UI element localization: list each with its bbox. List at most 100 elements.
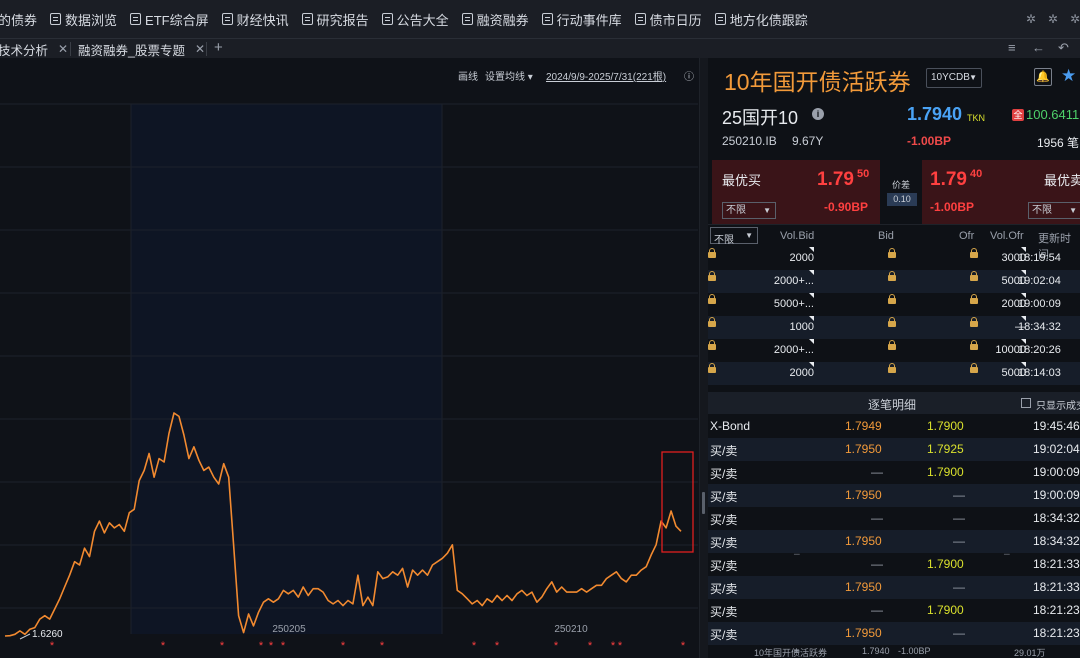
lock-icon [970, 317, 978, 327]
panel-splitter[interactable] [700, 58, 708, 658]
bell-icon[interactable]: 🔔 [1034, 68, 1052, 86]
limit-value: 不限 [1032, 205, 1052, 216]
menu-item-data-browse[interactable]: 数据浏览 [50, 10, 117, 29]
trade-time: 18:34:32 [1033, 511, 1080, 525]
trade-kind: 买/卖 [710, 559, 738, 573]
trade-row[interactable]: 买/卖 1.7950 — 18:34:32 [708, 530, 1080, 553]
gear-icon[interactable]: ✲ [1070, 12, 1080, 26]
trade-kind: 买/卖 [710, 605, 738, 619]
trade-count: 1956 笔 [1037, 136, 1080, 150]
trade-kind: 买/卖 [710, 628, 738, 642]
footer-amount: 29.01万 [1014, 648, 1046, 658]
gear-icon[interactable]: ✲ [1048, 12, 1058, 26]
depth-time: 18:14:03 [1018, 367, 1061, 379]
menu-item-local-debt[interactable]: 地方化债跟踪 [714, 10, 808, 29]
trade-kind: 买/卖 [710, 444, 738, 458]
bond-term: 9.67Y [792, 134, 824, 148]
draw-button[interactable]: 画线 [458, 68, 478, 83]
limit-value: 不限 [726, 205, 746, 216]
event-marker: * [281, 640, 286, 652]
menu-item-calendar[interactable]: 债市日历 [634, 10, 702, 29]
undo-icon[interactable]: ↶ [1058, 40, 1069, 56]
best-ofr-bp: -1.00BP [930, 200, 975, 214]
lock-icon [970, 340, 978, 350]
best-bid-box[interactable]: 最优买 1.79 50 不限 ▼ -0.90BP [712, 160, 880, 224]
ofr-limit-select[interactable]: 不限 ▼ [1028, 202, 1080, 219]
add-tab-icon[interactable]: + [214, 39, 223, 56]
trade-bid: 1.7950 [845, 442, 882, 456]
close-icon[interactable]: ✕ [58, 42, 68, 56]
curve-select[interactable]: 10YCDB ▼ [926, 68, 982, 88]
trade-row[interactable]: 买/卖 1.7950 — 18:21:23 [708, 622, 1080, 645]
tab-technical-analysis[interactable]: 技术分析 ✕ [0, 40, 68, 58]
trade-row[interactable]: 买/卖 1.7950 1.7925 19:02:04 [708, 438, 1080, 461]
depth-row[interactable]: 5000+... 2000 19:00:09 [708, 293, 1080, 316]
info-icon[interactable]: ⓘ [684, 68, 694, 83]
menu-icon[interactable]: ≡ [1008, 40, 1016, 55]
trade-ofr: — [953, 626, 965, 640]
limit-value: 不限 [714, 235, 734, 246]
menu-item-bonds[interactable]: 的债券 [0, 10, 37, 29]
best-ofr-box[interactable]: 1.79 40 最优卖 -1.00BP 不限 ▼ [922, 160, 1080, 224]
event-marker: * [50, 640, 55, 652]
footer-yield: 1.7940 [862, 646, 890, 656]
best-bid-price: 1.79 50 [817, 168, 869, 191]
trade-row[interactable]: 买/卖 — — 18:34:32 [708, 507, 1080, 530]
only-trades-label: 只显示成交 [1036, 401, 1080, 412]
corner-marker [1021, 270, 1026, 275]
ma-setting-button[interactable]: 设置均线 ▾ [485, 68, 533, 83]
gear-icon[interactable]: ✲ [1026, 12, 1036, 26]
bid-limit-select[interactable]: 不限 ▼ [722, 202, 776, 219]
corner-marker [809, 293, 814, 298]
menu-item-label: 融资融券 [476, 12, 529, 28]
menu-item-margin[interactable]: 融资融券 [461, 10, 529, 29]
event-marker: * [588, 640, 593, 652]
bond-title: 10年国开债活跃券 [724, 69, 911, 95]
best-bid-label: 最优买 [722, 173, 762, 188]
lock-icon [888, 294, 896, 304]
depth-limit-select[interactable]: 不限 ▼ [710, 227, 758, 246]
trade-time: 19:45:46 [1033, 419, 1080, 433]
menu-item-etf[interactable]: ETF综合屏 [130, 10, 209, 29]
menu-item-announcements[interactable]: 公告大全 [381, 10, 449, 29]
corner-marker [1021, 247, 1026, 252]
depth-row[interactable]: 2000 3000 18:19:54 [708, 247, 1080, 270]
trade-row[interactable]: 买/卖 — 1.7900 18:21:23 [708, 599, 1080, 622]
trade-row[interactable]: 买/卖 — 1.7900 19:00:09 [708, 461, 1080, 484]
lock-icon [970, 271, 978, 281]
depth-row[interactable]: 1000—18:34:32 [708, 316, 1080, 339]
trade-row[interactable]: 买/卖 1.7950 — 18:21:33 [708, 576, 1080, 599]
bond-panel: 10年国开债活跃券 10YCDB ▼ 🔔 ★ 25国开10 i 1.7940 TK… [708, 58, 1080, 658]
menu-item-news[interactable]: 财经快讯 [221, 10, 289, 29]
menu-item-reports[interactable]: 研究报告 [301, 10, 369, 29]
trade-detail-title: 逐笔明细 [868, 398, 917, 412]
document-icon [221, 13, 233, 25]
info-icon[interactable]: i [812, 108, 824, 120]
only-trades-checkbox[interactable] [1021, 398, 1031, 408]
trade-bid: 1.7950 [845, 580, 882, 594]
corner-marker [809, 270, 814, 275]
spread-value: 0.10 [887, 193, 917, 206]
close-icon[interactable]: ✕ [195, 42, 205, 56]
back-icon[interactable]: ← [1032, 40, 1045, 55]
menu-item-events[interactable]: 行动事件库 [541, 10, 622, 29]
depth-row[interactable]: 2000 5000 18:14:03 [708, 362, 1080, 385]
bond-short-name: 25国开10 [722, 108, 799, 128]
bond-code: 250210.IB [722, 134, 777, 148]
chart-canvas[interactable]: 1.6260 250205 250210* * * * * * * * * * * * * * * [0, 58, 700, 658]
splitter-grip[interactable] [702, 492, 705, 514]
best-bid-price-main: 1.79 [817, 169, 854, 190]
star-icon[interactable]: ★ [1061, 66, 1076, 86]
trade-row[interactable]: 买/卖 — 1.7900 18:21:33 [708, 553, 1080, 576]
depth-row[interactable]: 2000+... 5000 19:02:04 [708, 270, 1080, 293]
price-chart[interactable]: 1.6260 250205 250210 * * * * * * * * * * * * * * * 画线 设置均… [0, 58, 700, 658]
trade-row[interactable]: X-Bond 1.7949 1.7900 19:45:46 [708, 415, 1080, 438]
depth-row[interactable]: 2000+... 10000 18:20:26 [708, 339, 1080, 362]
trade-row[interactable]: 买/卖 1.7950 — 19:00:09 [708, 484, 1080, 507]
depth-header: 不限 ▼ Vol.Bid Bid Ofr Vol.Ofr 更新时间 [708, 224, 1080, 261]
date-range-label[interactable]: 2024/9/9-2025/7/31(221根) [546, 68, 666, 83]
tab-margin-trading[interactable]: 融资融券_股票专题 ✕ [78, 40, 205, 58]
lock-icon [708, 271, 716, 281]
best-ofr-price-sup: 40 [969, 168, 983, 180]
event-marker: * [472, 640, 477, 652]
